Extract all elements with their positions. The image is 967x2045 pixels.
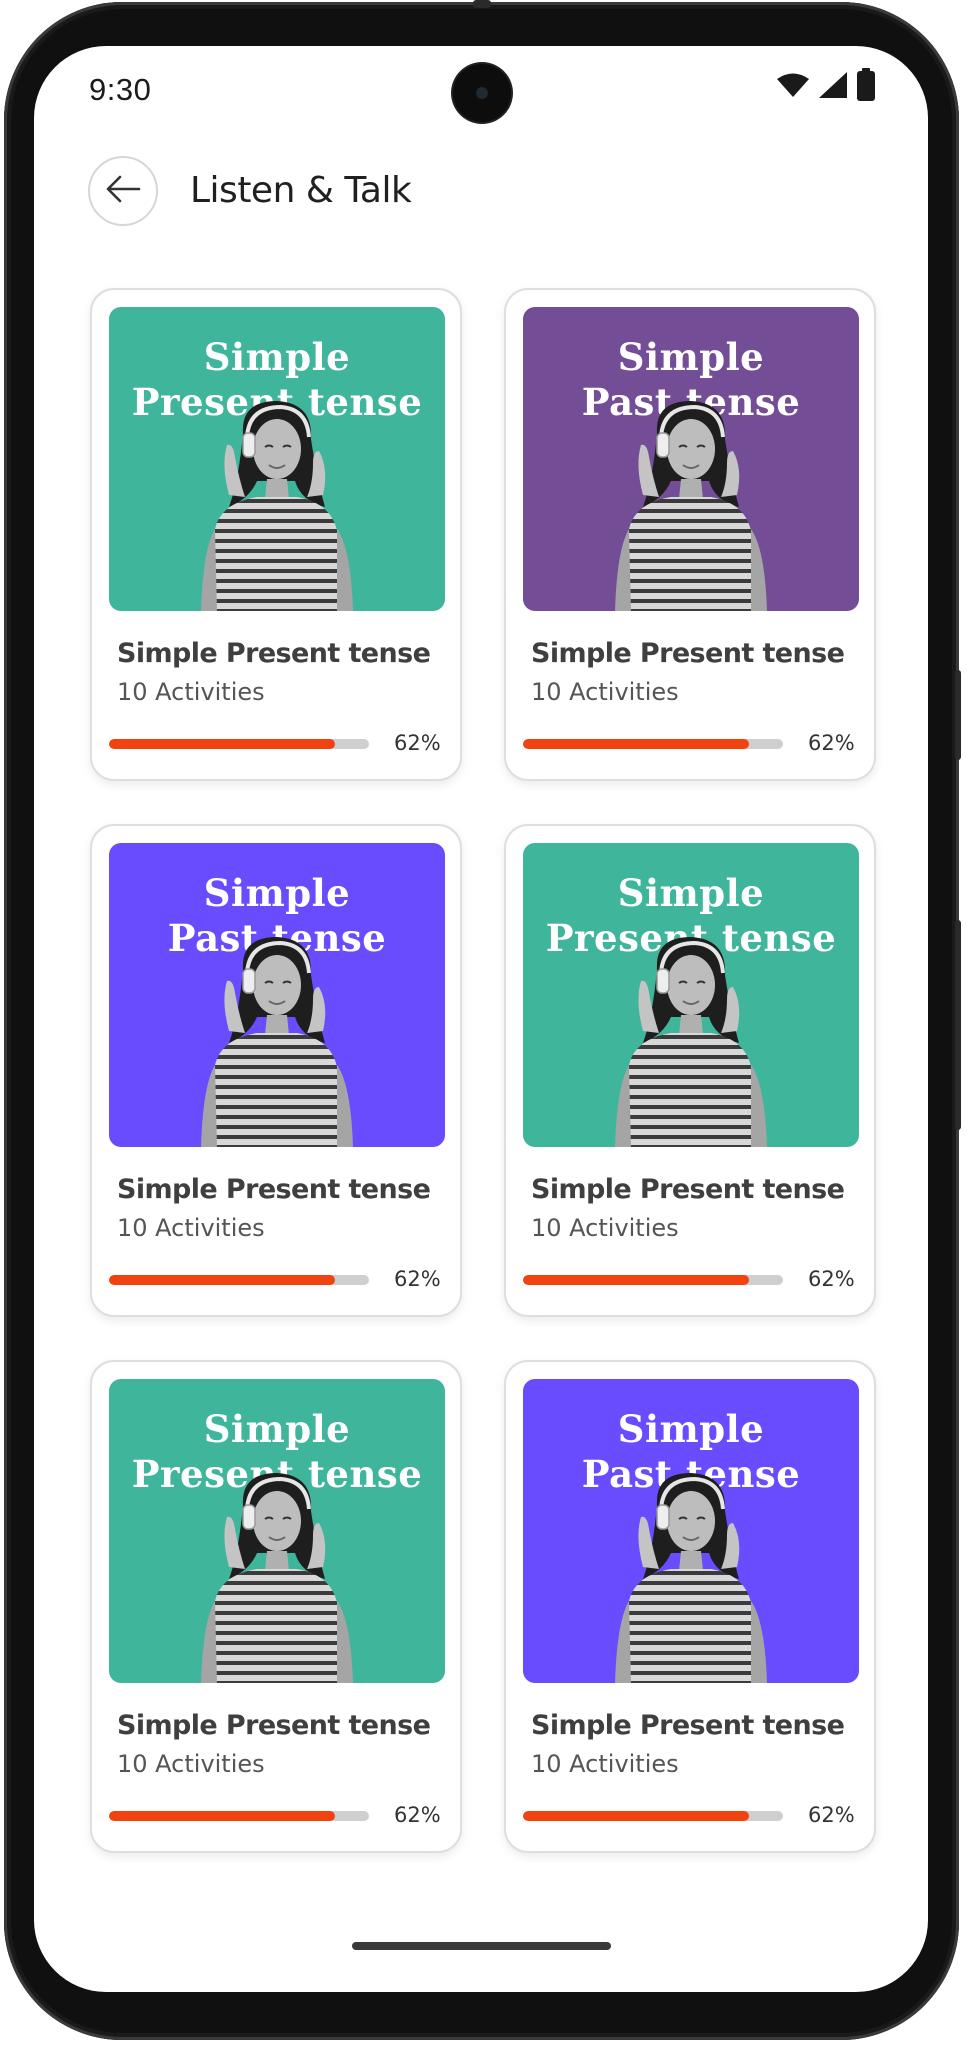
- thumbnail-title-line1: Simple: [617, 335, 765, 379]
- course-thumbnail: Simple Present tense: [109, 307, 445, 611]
- course-title: Simple Present tense: [117, 1710, 431, 1741]
- battery-icon: [856, 68, 876, 102]
- course-card-1[interactable]: Simple Present tense Simple Present tens…: [90, 288, 462, 781]
- progress-bar: [109, 1811, 369, 1821]
- status-time: 9:30: [89, 72, 152, 107]
- course-title: Simple Present tense: [531, 638, 845, 669]
- wifi-icon: [776, 72, 810, 98]
- course-thumbnail: Simple Present tense: [109, 1379, 445, 1683]
- app-screen: 9:30 Listen & Talk Simple Present tense …: [34, 46, 928, 1992]
- course-grid: Simple Present tense Simple Present tens…: [90, 288, 880, 1853]
- person-with-headphones-image: [615, 937, 767, 1147]
- progress-bar: [523, 1811, 783, 1821]
- course-card-6[interactable]: Simple Past tense Simple Present tense 1…: [504, 1360, 876, 1853]
- activities-count: 10 Activities: [531, 678, 679, 706]
- course-card-4[interactable]: Simple Present tense Simple Present tens…: [504, 824, 876, 1317]
- activities-count: 10 Activities: [531, 1214, 679, 1242]
- progress-bar-fill: [523, 739, 750, 749]
- course-thumbnail: Simple Past tense: [523, 1379, 859, 1683]
- thumbnail-title-line1: Simple: [203, 335, 351, 379]
- thumbnail-title-line1: Simple: [617, 871, 765, 915]
- top-app-bar: Listen & Talk: [34, 156, 928, 246]
- course-card-2[interactable]: Simple Past tense Simple Present tense 1…: [504, 288, 876, 781]
- progress-bar: [109, 1275, 369, 1285]
- progress-bar: [523, 1275, 783, 1285]
- status-icons: [776, 68, 876, 102]
- progress-percent: 62%: [808, 1803, 855, 1827]
- course-card-5[interactable]: Simple Present tense Simple Present tens…: [90, 1360, 462, 1853]
- home-indicator[interactable]: [352, 1942, 611, 1950]
- progress-percent: 62%: [808, 1267, 855, 1291]
- progress-bar: [523, 739, 783, 749]
- progress-percent: 62%: [394, 1267, 441, 1291]
- course-title: Simple Present tense: [531, 1710, 845, 1741]
- signal-icon: [818, 71, 848, 99]
- thumbnail-title-line1: Simple: [203, 1407, 351, 1451]
- top-sensor: [473, 0, 491, 8]
- course-thumbnail: Simple Present tense: [523, 843, 859, 1147]
- progress-bar: [109, 739, 369, 749]
- course-card-3[interactable]: Simple Past tense Simple Present tense 1…: [90, 824, 462, 1317]
- person-with-headphones-image: [201, 937, 353, 1147]
- progress-bar-fill: [109, 739, 336, 749]
- back-button[interactable]: [88, 156, 158, 226]
- progress-percent: 62%: [808, 731, 855, 755]
- course-thumbnail: Simple Past tense: [109, 843, 445, 1147]
- page-title: Listen & Talk: [190, 170, 412, 211]
- course-title: Simple Present tense: [117, 1174, 431, 1205]
- front-camera: [453, 64, 511, 122]
- progress-bar-fill: [109, 1811, 336, 1821]
- activities-count: 10 Activities: [117, 1214, 265, 1242]
- person-with-headphones-image: [201, 401, 353, 611]
- arrow-left-icon: [105, 175, 141, 208]
- thumbnail-title-line1: Simple: [203, 871, 351, 915]
- progress-bar-fill: [109, 1275, 336, 1285]
- progress-bar-fill: [523, 1811, 750, 1821]
- progress-percent: 62%: [394, 1803, 441, 1827]
- progress-percent: 62%: [394, 731, 441, 755]
- power-button: [955, 670, 961, 760]
- person-with-headphones-image: [201, 1473, 353, 1683]
- status-bar: 9:30: [34, 46, 928, 136]
- phone-frame: 9:30 Listen & Talk Simple Present tense …: [0, 0, 967, 2045]
- course-thumbnail: Simple Past tense: [523, 307, 859, 611]
- activities-count: 10 Activities: [531, 1750, 679, 1778]
- activities-count: 10 Activities: [117, 678, 265, 706]
- person-with-headphones-image: [615, 401, 767, 611]
- volume-button: [955, 920, 961, 1130]
- thumbnail-title-line1: Simple: [617, 1407, 765, 1451]
- course-title: Simple Present tense: [531, 1174, 845, 1205]
- course-title: Simple Present tense: [117, 638, 431, 669]
- person-with-headphones-image: [615, 1473, 767, 1683]
- activities-count: 10 Activities: [117, 1750, 265, 1778]
- progress-bar-fill: [523, 1275, 750, 1285]
